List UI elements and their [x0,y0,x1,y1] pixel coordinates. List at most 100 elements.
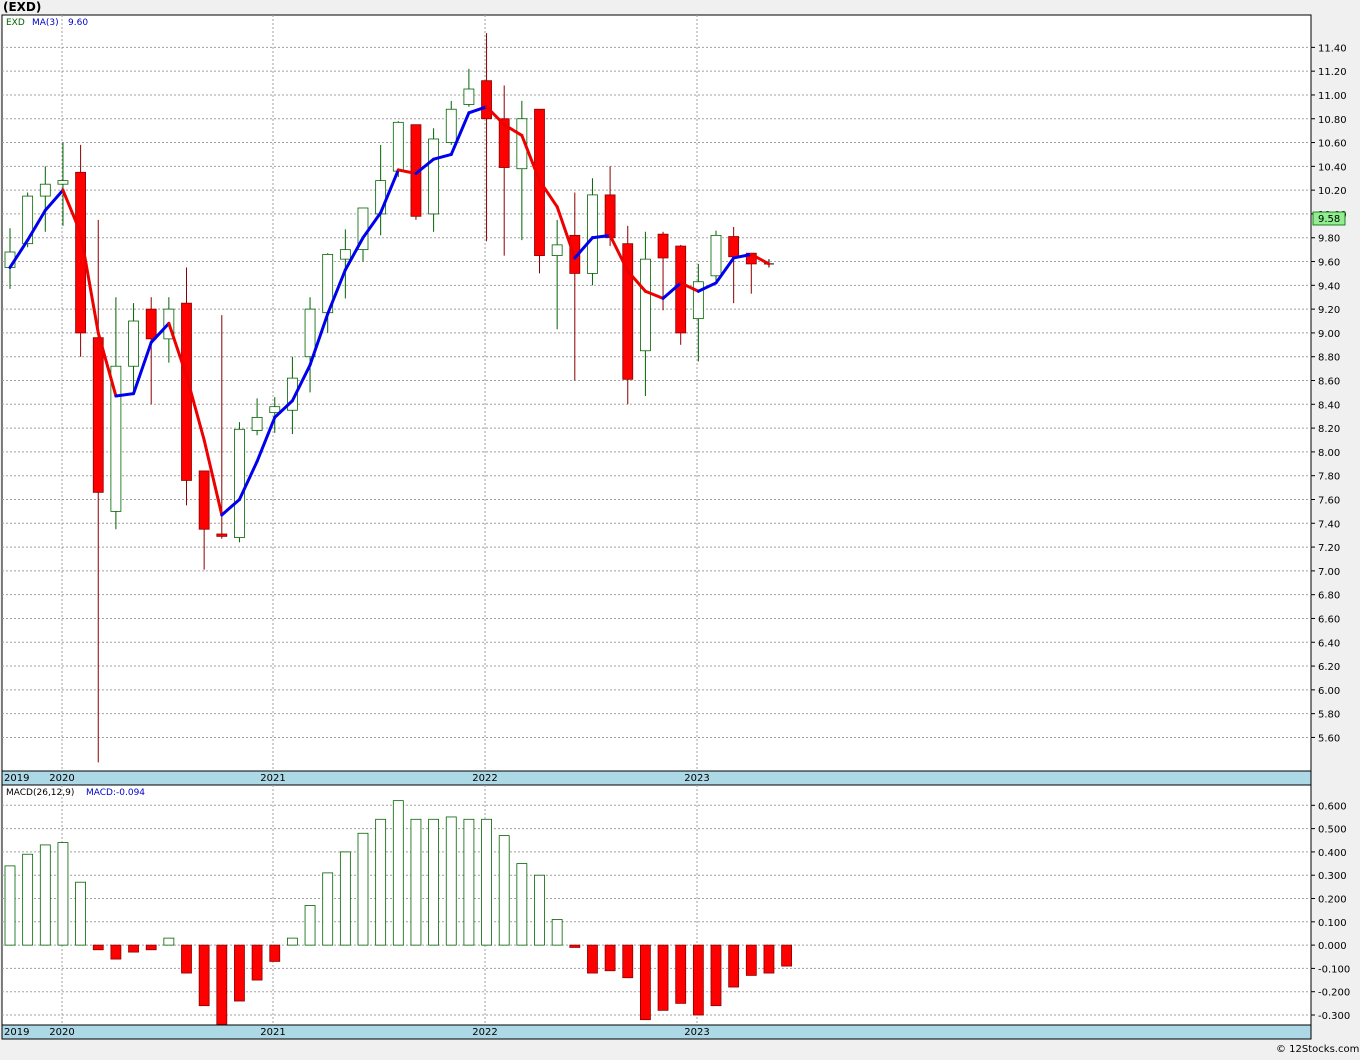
price-tick-label: 10.60 [1318,139,1347,150]
candle-body [728,236,740,258]
price-tick-label: 9.40 [1318,281,1340,292]
macd-bar [781,944,792,967]
candle-body [657,233,669,259]
year-label: 2019 [4,773,29,784]
macd-bar [57,842,69,946]
macd-bar [163,937,175,946]
candle-body [640,258,651,352]
candle-body [251,416,263,431]
price-tick-label: 6.80 [1318,591,1340,602]
price-tick-label: 11.00 [1318,91,1347,102]
macd-bar [181,944,192,974]
price-tick-label: 10.40 [1318,162,1347,173]
macd-bar [322,872,334,946]
macd-bar [604,944,616,972]
macd-bar [481,818,492,946]
macd-bar [357,832,369,946]
candle-body [392,121,404,172]
macd-bar [692,944,704,1016]
candle-body [445,108,457,143]
macd-legend-label: MACD(26,12,9) [6,788,74,798]
price-tick-label: 8.00 [1318,448,1340,459]
price-tick-label: 7.00 [1318,567,1340,578]
year-label: 2022 [472,773,497,784]
price-tick-label: 6.20 [1318,662,1340,673]
candle-body [234,428,245,538]
chart-canvas: 5.60 5.80 6.00 6.20 6.40 6.60 6.80 7.00 7.20 7.40… [0,0,1360,1056]
price-tick-label: 8.60 [1318,377,1340,388]
macd-bar [22,853,34,946]
macd-tick-label: -0.100 [1318,964,1350,975]
macd-tick-label: 0.600 [1318,801,1347,812]
year-label: 2020 [49,773,74,784]
price-tick-label: 9.20 [1318,305,1340,316]
macd-bar [128,944,139,953]
macd-bar [745,944,757,976]
candle-body [481,80,492,120]
candle-body [551,244,563,256]
candle-body [198,470,210,530]
macd-bar [498,835,510,946]
macd-tick-label: -0.200 [1318,988,1350,999]
macd-bar [710,944,722,1007]
price-tick-label: 9.00 [1318,329,1340,340]
macd-bar [234,944,245,1002]
macd-bar [39,844,51,946]
macd-tick-label: 0.200 [1318,895,1347,906]
price-tick-label: 8.20 [1318,424,1340,435]
price-tick-label: 7.40 [1318,519,1340,530]
candle-body [304,308,316,358]
macd-bar [763,944,775,974]
macd-bar [640,944,651,1021]
price-tick-label: 5.80 [1318,710,1340,721]
year-label: 2020 [49,1027,74,1038]
price-tick-label: 5.60 [1318,733,1340,744]
year-label: 2021 [260,1027,285,1038]
macd-tick-label: 0.300 [1318,871,1347,882]
macd-tick-label: 0.400 [1318,848,1347,859]
price-time-axis [1,770,1312,786]
candle-body [269,406,281,414]
price-tick-label: 6.40 [1318,638,1340,649]
macd-bar [339,851,351,946]
macd-bar [463,818,475,946]
price-tick-label: 7.80 [1318,472,1340,483]
macd-bar [675,944,687,1004]
candle-body [216,533,228,537]
last-price-badge-text: 9.58 [1318,214,1340,225]
year-label: 2023 [684,1027,709,1038]
price-tick-label: 7.60 [1318,495,1340,506]
macd-bar [657,944,669,1011]
candle-body [128,320,139,367]
year-label: 2019 [4,1027,29,1038]
price-tick-label: 11.40 [1318,43,1347,54]
macd-bar [110,944,122,960]
macd-tick-label: 0.500 [1318,825,1347,836]
candle-body [587,194,598,274]
price-tick-label: 9.60 [1318,258,1340,269]
macd-bar [145,944,157,951]
symbol-title: (EXD) [3,0,41,14]
macd-bar [75,881,86,946]
price-panel [1,14,1312,772]
macd-bar [622,944,634,979]
price-legend-ma-label: MA(3) [32,18,59,28]
year-label: 2021 [260,773,285,784]
macd-bar [375,818,387,946]
macd-bar [728,944,740,988]
macd-tick-label: 0.100 [1318,918,1347,929]
stock-chart: 5.60 5.80 6.00 6.20 6.40 6.60 6.80 7.00 7.20 7.40… [0,0,1360,1056]
price-tick-label: 10.80 [1318,115,1347,126]
candle-body [710,234,722,277]
candle-body [39,183,51,197]
macd-bar [410,818,422,946]
macd-bar [392,800,404,946]
candle-body [92,337,104,493]
candle-body [692,281,704,320]
macd-bar [587,944,598,974]
price-tick-label: 11.20 [1318,67,1347,78]
macd-bar [304,905,316,946]
macd-panel [1,784,1312,1026]
macd-bar [569,944,581,948]
macd-bar [428,818,440,946]
